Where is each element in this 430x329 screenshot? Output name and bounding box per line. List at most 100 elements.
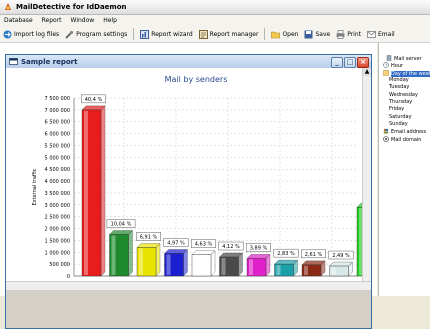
tree-item-label: Tuesday [389, 84, 410, 91]
minimize-button[interactable]: _ [331, 57, 343, 68]
tree-item[interactable]: Wednesday [389, 92, 418, 98]
report-window[interactable]: Sample report _ □ × Mail by senders 0 500 … [5, 54, 372, 329]
bar-side [265, 254, 271, 277]
y-tick-label: 2 000 000 [45, 227, 70, 233]
report-tree-panel: Mail server Hour Day of the week Monday Tues… [378, 43, 430, 296]
y-tick-label: 500 000 [49, 262, 70, 268]
data-label: 2,61 % [305, 252, 323, 258]
bar-side [238, 252, 243, 277]
tree-item[interactable]: Monday [389, 77, 409, 83]
tree-item-label: Email address [391, 129, 427, 136]
tree-item-label: Sunday [389, 120, 408, 127]
open-button[interactable]: Open [268, 27, 301, 41]
y-tick-label: 1 000 000 [45, 250, 70, 256]
tree-item[interactable]: Friday [389, 106, 404, 112]
bar-side [155, 243, 161, 277]
import-log-files-button[interactable]: Import log files [0, 27, 62, 41]
vertical-scrollbar[interactable]: ▲ [362, 68, 371, 281]
bar-chart: Mail by senders 0 500 000 1 000 000 1 500 00… [32, 75, 371, 280]
manager-label: Report manager [209, 30, 259, 38]
manager-icon [198, 29, 208, 39]
report-wizard-button[interactable]: Report wizard [137, 27, 195, 41]
toolbar-separator [264, 28, 266, 40]
program-settings-button[interactable]: Program settings [62, 27, 130, 41]
save-button[interactable]: Save [301, 27, 333, 41]
data-label: 40,4 % [85, 97, 103, 103]
bar-highlight [304, 265, 308, 275]
folder-icon [271, 31, 281, 38]
tree-item-label: Hour [391, 63, 404, 70]
title-bar: MailDetective for IdDaemon [0, 0, 430, 15]
y-tick-label: 4 500 000 [45, 167, 70, 173]
tree-item[interactable]: Sunday [389, 121, 408, 127]
mdi-workspace: Sample report _ □ × Mail by senders 0 500 … [0, 43, 377, 329]
save-label: Save [315, 30, 331, 38]
wizard-label: Report wizard [151, 30, 193, 38]
tree-item-label: Mail domain [391, 136, 422, 143]
scroll-up-arrow[interactable]: ▲ [363, 68, 371, 76]
printer-icon [336, 29, 345, 39]
report-window-icon [9, 58, 18, 65]
bar-side [128, 230, 133, 277]
bar-highlight [111, 235, 116, 275]
bar-side [210, 250, 216, 277]
email-button[interactable]: Email [364, 27, 398, 41]
y-tick-label: 5 500 000 [45, 143, 70, 149]
menu-window[interactable]: Window [67, 17, 100, 24]
tree-item-label: Saturday [389, 113, 412, 120]
tree-item-label: Thursday [389, 99, 413, 105]
tree-item-label: Mail server [394, 56, 422, 62]
y-tick-label: 6 500 000 [45, 120, 70, 126]
y-tick-label: 4 000 000 [45, 179, 70, 185]
data-label: 10,04 % [111, 221, 132, 227]
import-label: Import log files [14, 30, 60, 38]
tree-item[interactable]: Saturday [389, 114, 412, 120]
tree-item-label: Wednesday [389, 91, 418, 98]
bar-highlight [276, 265, 281, 275]
tree-item[interactable]: Tuesday [389, 84, 409, 90]
menu-database[interactable]: Database [0, 17, 38, 24]
report-window-title: Sample report [21, 57, 78, 66]
report-manager-button[interactable]: Report manager [196, 27, 262, 41]
chart-title: Mail by senders [165, 75, 228, 84]
y-tick-label: 2 500 000 [45, 215, 70, 221]
menu-report[interactable]: Report [38, 17, 67, 24]
email-label: Email [378, 30, 395, 38]
wizard-icon [140, 29, 150, 39]
data-label: 3,89 % [250, 245, 268, 251]
close-button[interactable]: × [357, 57, 369, 68]
print-button[interactable]: Print [333, 27, 364, 41]
open-label: Open [282, 30, 299, 38]
tree-item-label: Monday [389, 77, 409, 84]
menu-help[interactable]: Help [99, 17, 122, 24]
y-axis-label: External traffic [32, 168, 38, 205]
data-label: 2,83 % [277, 251, 295, 257]
maximize-button[interactable]: □ [344, 57, 356, 68]
bar-highlight [331, 267, 336, 275]
y-tick-label: 0 [67, 274, 70, 280]
horizontal-scrollbar[interactable] [6, 281, 371, 290]
toolbar: Import log files Program settings Report… [0, 26, 430, 43]
y-tick-label: 3 000 000 [45, 203, 70, 209]
chart-area: Mail by senders 0 500 000 1 000 000 1 500 00… [6, 68, 371, 281]
y-tick-label: 5 000 000 [45, 155, 70, 161]
app-icon [5, 3, 11, 10]
data-label: 2,49 % [332, 253, 350, 259]
y-tick-label: 7 500 000 [45, 96, 70, 102]
tree-item[interactable]: Mail domain [383, 135, 422, 144]
window-title: MailDetective for IdDaemon [16, 3, 127, 11]
bar-highlight [166, 254, 171, 275]
settings-label: Program settings [76, 30, 128, 38]
toolbar-separator [133, 28, 135, 40]
report-window-titlebar[interactable]: Sample report _ □ × [6, 55, 371, 68]
print-label: Print [347, 30, 362, 38]
tree-item-label: Friday [389, 106, 405, 113]
data-label: 4,63 % [195, 242, 213, 248]
bar-highlight [84, 110, 88, 275]
floppy-icon [304, 30, 313, 38]
bar-highlight [194, 255, 198, 275]
tree-item[interactable]: Thursday [389, 99, 412, 105]
y-tick-label: 7 000 000 [45, 108, 70, 114]
menu-bar: Database Report Window Help [0, 15, 430, 26]
bar-highlight [221, 258, 226, 275]
